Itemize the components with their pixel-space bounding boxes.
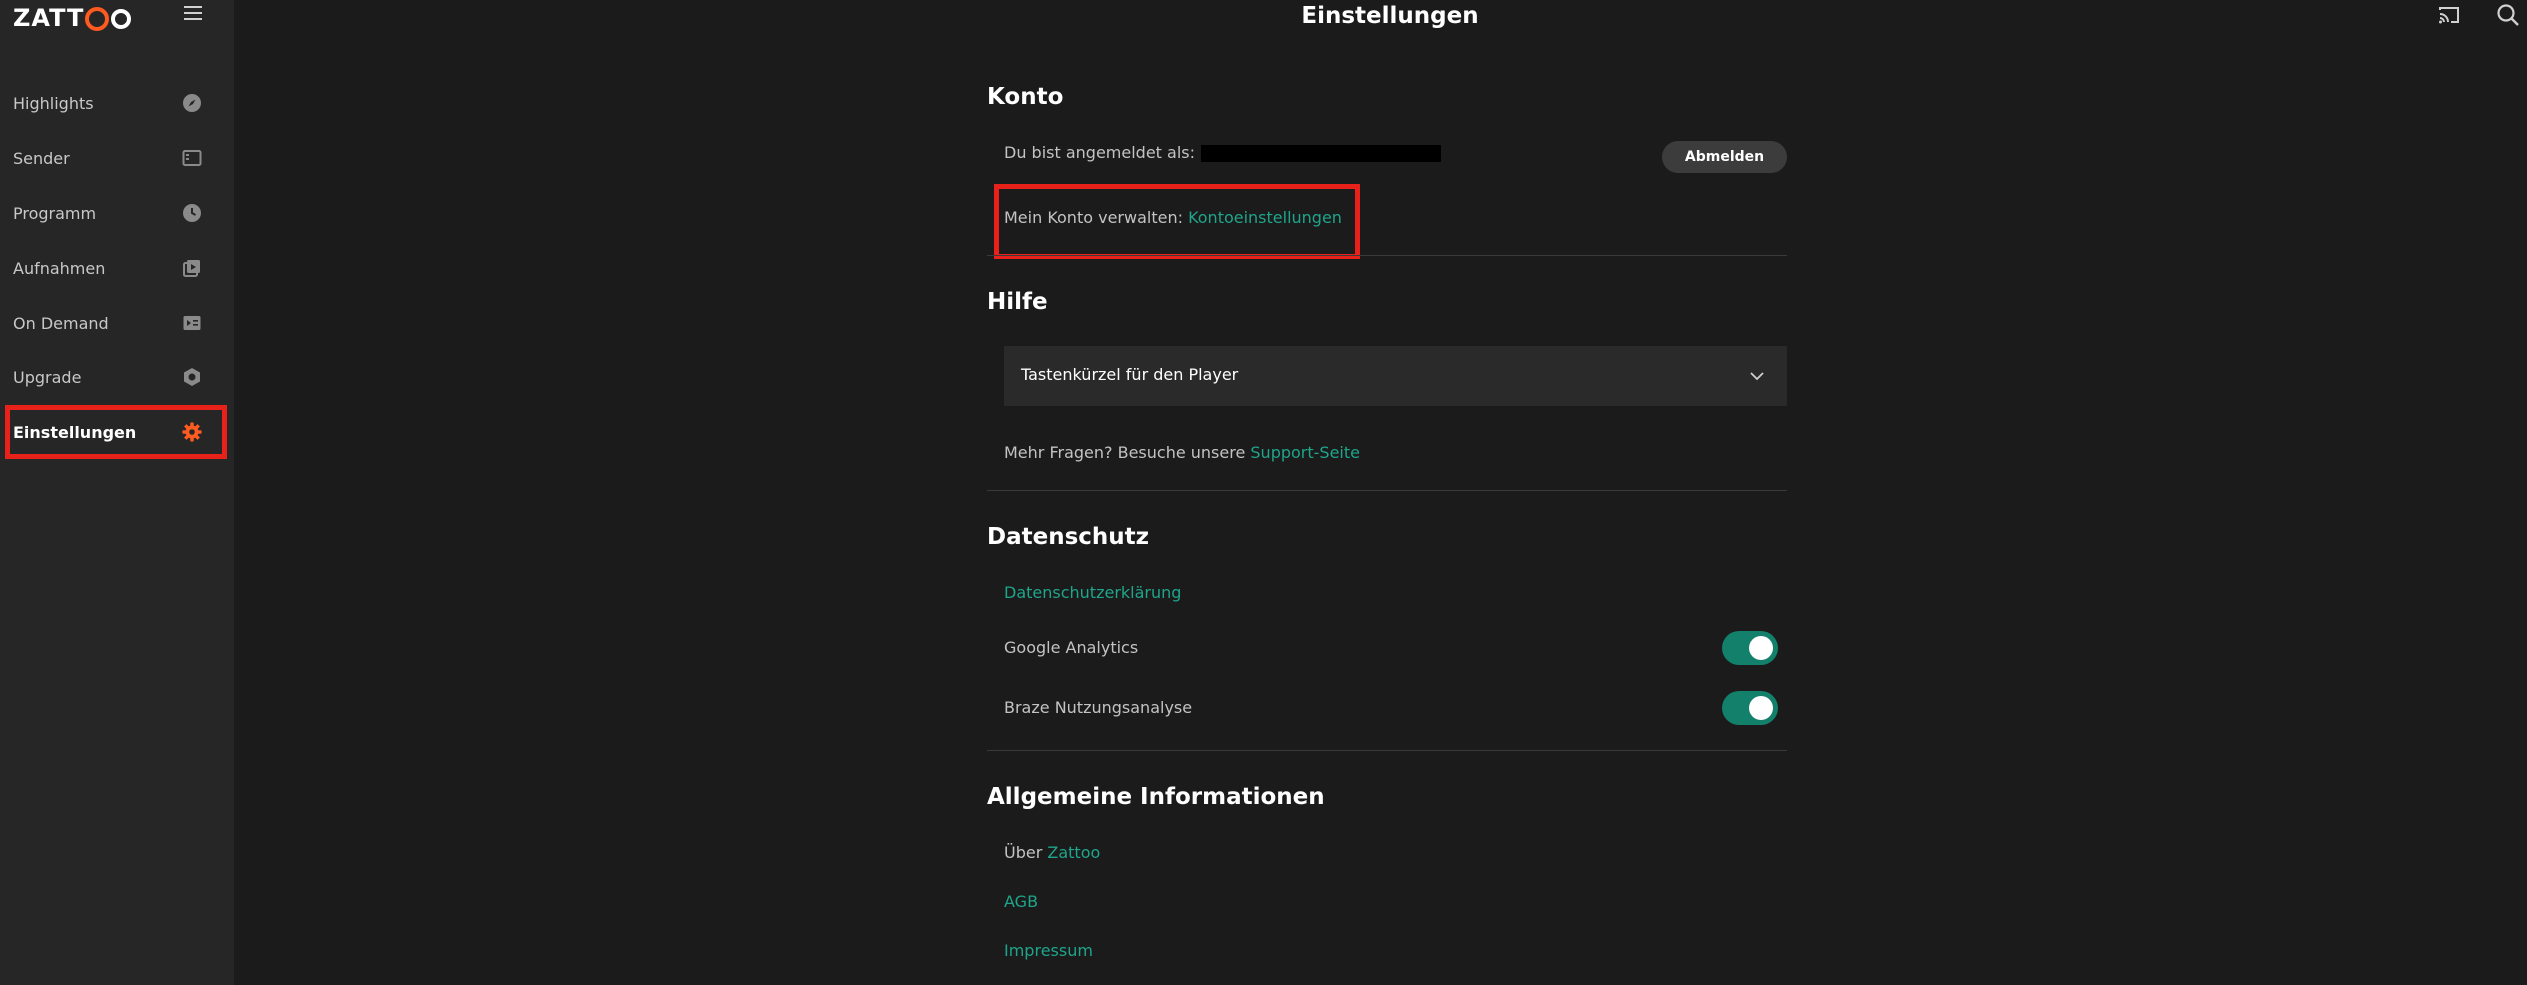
shortcuts-accordion[interactable]: Tastenkürzel für den Player: [1004, 346, 1787, 406]
sidebar-item-label: Aufnahmen: [13, 258, 106, 278]
braze-analytics-label: Braze Nutzungsanalyse: [1004, 698, 1193, 717]
logged-in-row: Du bist angemeldet als:: [1004, 143, 1441, 162]
google-analytics-label: Google Analytics: [1004, 638, 1139, 657]
clock-icon: [183, 204, 201, 222]
chevron-down-icon: [1750, 372, 1764, 381]
sidebar-item-label: On Demand: [13, 313, 109, 333]
logo-o-ring-icon: [85, 7, 110, 31]
sidebar-item-label: Upgrade: [13, 367, 82, 387]
logout-button[interactable]: Abmelden: [1662, 141, 1787, 173]
section-title-datenschutz: Datenschutz: [987, 524, 1150, 550]
recordings-icon: [183, 260, 200, 277]
about-row: Über Zattoo: [1004, 843, 1100, 862]
divider: [987, 750, 1787, 751]
channels-icon: [182, 150, 202, 166]
support-page-link[interactable]: Support-Seite: [1250, 443, 1360, 462]
sidebar-item-upgrade[interactable]: Upgrade: [0, 357, 234, 397]
section-title-allgemeine-informationen: Allgemeine Informationen: [987, 784, 1325, 810]
divider: [987, 255, 1787, 256]
sidebar: ZATT Highlights Sender Programm Aufnahme…: [0, 0, 234, 985]
upgrade-icon: [184, 368, 200, 386]
zattoo-logo[interactable]: ZATT: [13, 4, 132, 32]
google-analytics-toggle[interactable]: [1722, 631, 1778, 665]
logo-text: ZATT: [13, 4, 85, 32]
toggle-knob: [1749, 696, 1773, 720]
about-zattoo-link[interactable]: Zattoo: [1047, 843, 1100, 862]
impressum-link[interactable]: Impressum: [1004, 941, 1093, 960]
accordion-label: Tastenkürzel für den Player: [1021, 365, 1239, 384]
sidebar-item-label: Programm: [13, 203, 97, 223]
sidebar-item-highlights[interactable]: Highlights: [0, 83, 234, 123]
sidebar-item-on-demand[interactable]: On Demand: [0, 303, 234, 343]
highlight-box-account-settings: [994, 184, 1360, 259]
logged-in-label: Du bist angemeldet als:: [1004, 143, 1195, 162]
divider: [987, 490, 1787, 491]
logo-o-icon: [111, 9, 132, 29]
about-prefix: Über: [1004, 843, 1043, 862]
sidebar-item-aufnahmen[interactable]: Aufnahmen: [0, 248, 234, 288]
section-title-hilfe: Hilfe: [987, 289, 1048, 315]
agb-link[interactable]: AGB: [1004, 892, 1038, 911]
search-icon[interactable]: [2496, 3, 2520, 27]
hamburger-menu-icon[interactable]: [184, 6, 202, 22]
highlight-box-einstellungen: [5, 405, 227, 459]
compass-icon: [183, 94, 201, 112]
page-title: Einstellungen: [1301, 3, 1479, 29]
redacted-username: [1201, 145, 1441, 162]
privacy-policy-link[interactable]: Datenschutzerklärung: [1004, 583, 1181, 602]
support-text: Mehr Fragen? Besuche unsere: [1004, 443, 1246, 462]
support-row: Mehr Fragen? Besuche unsere Support-Seit…: [1004, 443, 1360, 462]
sidebar-item-label: Highlights: [13, 93, 94, 113]
toggle-knob: [1749, 636, 1773, 660]
sidebar-item-sender[interactable]: Sender: [0, 138, 234, 178]
section-title-konto: Konto: [987, 84, 1064, 110]
braze-analytics-toggle[interactable]: [1722, 691, 1778, 725]
cast-icon[interactable]: [2438, 5, 2460, 25]
on-demand-icon: [183, 316, 201, 330]
sidebar-item-label: Sender: [13, 148, 70, 168]
sidebar-item-programm[interactable]: Programm: [0, 193, 234, 233]
